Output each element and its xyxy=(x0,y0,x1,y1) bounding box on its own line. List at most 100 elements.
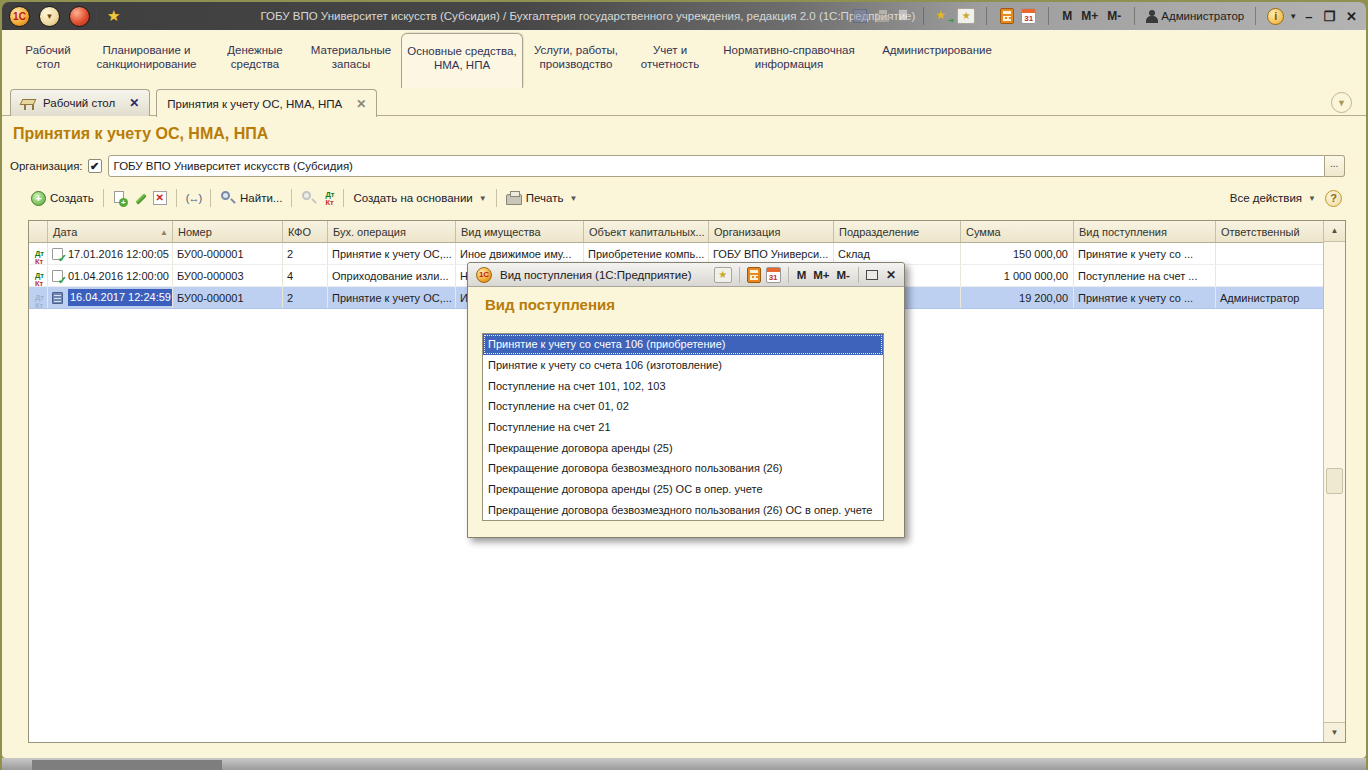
section-desktop[interactable]: Рабочий стол xyxy=(12,30,84,88)
copy-button[interactable]: + xyxy=(110,189,130,208)
unposted-doc-icon xyxy=(52,291,66,305)
table-header: Дата▲ Номер КФО Бух. операция Вид имущес… xyxy=(29,221,1345,243)
titlebar-separator xyxy=(923,7,924,25)
dtkt-button[interactable]: ДтКт xyxy=(320,187,337,209)
section-administration[interactable]: Администрирование xyxy=(867,30,1007,88)
memory-mplus-button[interactable]: М+ xyxy=(1079,9,1100,23)
dtkt-icon: ДтКт xyxy=(33,270,44,286)
dialog-restore-button[interactable] xyxy=(866,270,878,280)
list-item[interactable]: Поступление на счет 101, 102, 103 xyxy=(483,375,883,396)
section-fixed-assets[interactable]: Основные средства, НМА, НПА xyxy=(401,33,523,88)
help-icon[interactable]: ? xyxy=(1325,190,1342,207)
dialog-header: Вид поступления xyxy=(485,296,615,313)
find-button[interactable]: Найти... xyxy=(217,188,285,208)
clear-find-button[interactable] xyxy=(298,188,320,208)
list-item[interactable]: Поступление на счет 01, 02 xyxy=(483,396,883,417)
user-icon xyxy=(1146,10,1158,23)
titlebar-separator xyxy=(1255,7,1256,25)
vertical-scrollbar[interactable]: ▲ ▼ xyxy=(1323,221,1345,742)
favorites-add-icon[interactable]: ★ xyxy=(714,267,732,283)
column-date[interactable]: Дата▲ xyxy=(48,221,173,242)
tab-close-icon[interactable]: ✕ xyxy=(129,96,139,110)
scroll-down-button[interactable]: ▼ xyxy=(1324,722,1345,742)
memory-mminus-button[interactable]: М- xyxy=(1105,9,1123,23)
organization-ellipsis-button[interactable]: ... xyxy=(1325,155,1345,177)
1c-logo-icon[interactable]: 1С xyxy=(9,6,30,27)
info-caret-icon[interactable]: ▼ xyxy=(1289,12,1297,21)
calendar-icon[interactable]: 31 xyxy=(1020,8,1037,24)
edit-button[interactable] xyxy=(130,189,150,207)
list-item[interactable]: Поступление на счет 21 xyxy=(483,417,883,438)
titlebar-separator xyxy=(1048,7,1049,25)
calendar-icon[interactable]: 31 xyxy=(766,267,781,283)
organization-input[interactable]: ГОБУ ВПО Университет искусств (Субсидия) xyxy=(108,155,1325,177)
favorites-go-icon[interactable]: ★ xyxy=(935,8,952,24)
set-period-button[interactable]: (↔) xyxy=(183,190,204,206)
1c-logo-icon: 1С xyxy=(476,267,492,283)
list-item[interactable]: Прекращение договора аренды (25) xyxy=(483,437,883,458)
delete-button[interactable]: ✕ xyxy=(150,189,170,207)
memory-m-button[interactable]: М xyxy=(796,269,808,281)
section-services[interactable]: Услуги, работы, производство xyxy=(523,30,629,88)
calculator-icon[interactable] xyxy=(998,8,1015,24)
tab-list-dropdown[interactable]: ▼ xyxy=(1331,92,1352,113)
list-item[interactable]: Прекращение договора аренды (25) ОС в оп… xyxy=(483,479,883,500)
section-planning[interactable]: Планирование и санкционирование xyxy=(84,30,209,88)
dialog-close-button[interactable]: ✕ xyxy=(886,268,896,282)
calculator-icon[interactable] xyxy=(747,267,761,283)
column-org[interactable]: Организация xyxy=(709,221,834,242)
print-icon[interactable] xyxy=(873,8,890,24)
list-toolbar: +Создать + ✕ (↔) Найти... ДтКт Создать н… xyxy=(28,186,1342,210)
favorites-add-icon[interactable]: ★ xyxy=(957,8,975,24)
list-item-selected[interactable]: Принятие к учету со счета 106 (приобрете… xyxy=(483,334,883,355)
info-icon[interactable]: i xyxy=(1267,8,1284,25)
save-icon[interactable] xyxy=(851,8,868,24)
column-number[interactable]: Номер xyxy=(173,221,283,242)
taskbar-block xyxy=(32,760,222,770)
receipt-type-list: Принятие к учету со счета 106 (приобрете… xyxy=(482,333,884,521)
sort-icon: ▲ xyxy=(160,228,168,237)
column-sum[interactable]: Сумма xyxy=(961,221,1074,242)
column-status[interactable] xyxy=(29,221,48,242)
section-accounting[interactable]: Учет и отчетность xyxy=(629,30,711,88)
print-button[interactable]: Печать▼ xyxy=(503,189,581,207)
create-button[interactable]: +Создать xyxy=(28,189,97,208)
posted-doc-icon: ✓ xyxy=(52,269,66,283)
column-responsible[interactable]: Ответственный xyxy=(1216,221,1323,242)
column-property[interactable]: Вид имущества xyxy=(456,221,584,242)
column-dept[interactable]: Подразделение xyxy=(834,221,961,242)
section-materials[interactable]: Материальные запасы xyxy=(301,30,401,88)
close-button[interactable]: ✕ xyxy=(1343,9,1360,24)
record-button[interactable] xyxy=(69,6,90,27)
column-operation[interactable]: Бух. операция xyxy=(328,221,456,242)
tab-close-icon[interactable]: ✕ xyxy=(356,97,366,111)
titlebar-separator xyxy=(96,7,97,25)
tab-desktop[interactable]: Рабочий стол ✕ xyxy=(10,89,150,116)
section-reference[interactable]: Нормативно-справочная информация xyxy=(711,30,867,88)
memory-m-button[interactable]: М xyxy=(1060,9,1074,23)
posted-doc-icon: ✓ xyxy=(52,247,66,261)
column-receipt[interactable]: Вид поступления xyxy=(1074,221,1216,242)
current-user: Администратор xyxy=(1146,9,1244,23)
organization-checkbox[interactable]: ✔ xyxy=(88,159,102,173)
column-object[interactable]: Объект капитальных... xyxy=(584,221,709,242)
section-money[interactable]: Денежные средства xyxy=(209,30,301,88)
memory-mplus-button[interactable]: М+ xyxy=(812,269,830,281)
column-kfo[interactable]: КФО xyxy=(283,221,328,242)
create-based-button[interactable]: Создать на основании▼ xyxy=(350,190,489,206)
scroll-thumb[interactable] xyxy=(1326,468,1343,494)
list-item[interactable]: Принятие к учету со счета 106 (изготовле… xyxy=(483,355,883,376)
restore-button[interactable]: ❐ xyxy=(1320,9,1338,24)
minimize-button[interactable]: – xyxy=(1302,9,1315,24)
list-item[interactable]: Прекращение договора безвозмездного поль… xyxy=(483,458,883,479)
organization-row: Организация: ✔ ГОБУ ВПО Университет иску… xyxy=(10,154,1345,178)
taskbar-strip xyxy=(2,758,1366,770)
scroll-up-button[interactable]: ▲ xyxy=(1324,221,1345,242)
list-item[interactable]: Прекращение договора безвозмездного поль… xyxy=(483,499,883,520)
memory-mminus-button[interactable]: М- xyxy=(836,269,851,281)
all-actions-button[interactable]: Все действия▼ xyxy=(1227,190,1319,206)
tab-acceptance[interactable]: Принятия к учету ОС, НМА, НПА ✕ xyxy=(156,89,377,117)
main-menu-button[interactable]: ▼ xyxy=(39,6,60,27)
favorites-star-icon[interactable]: ★ xyxy=(107,7,120,25)
preview-icon[interactable] xyxy=(895,8,912,24)
